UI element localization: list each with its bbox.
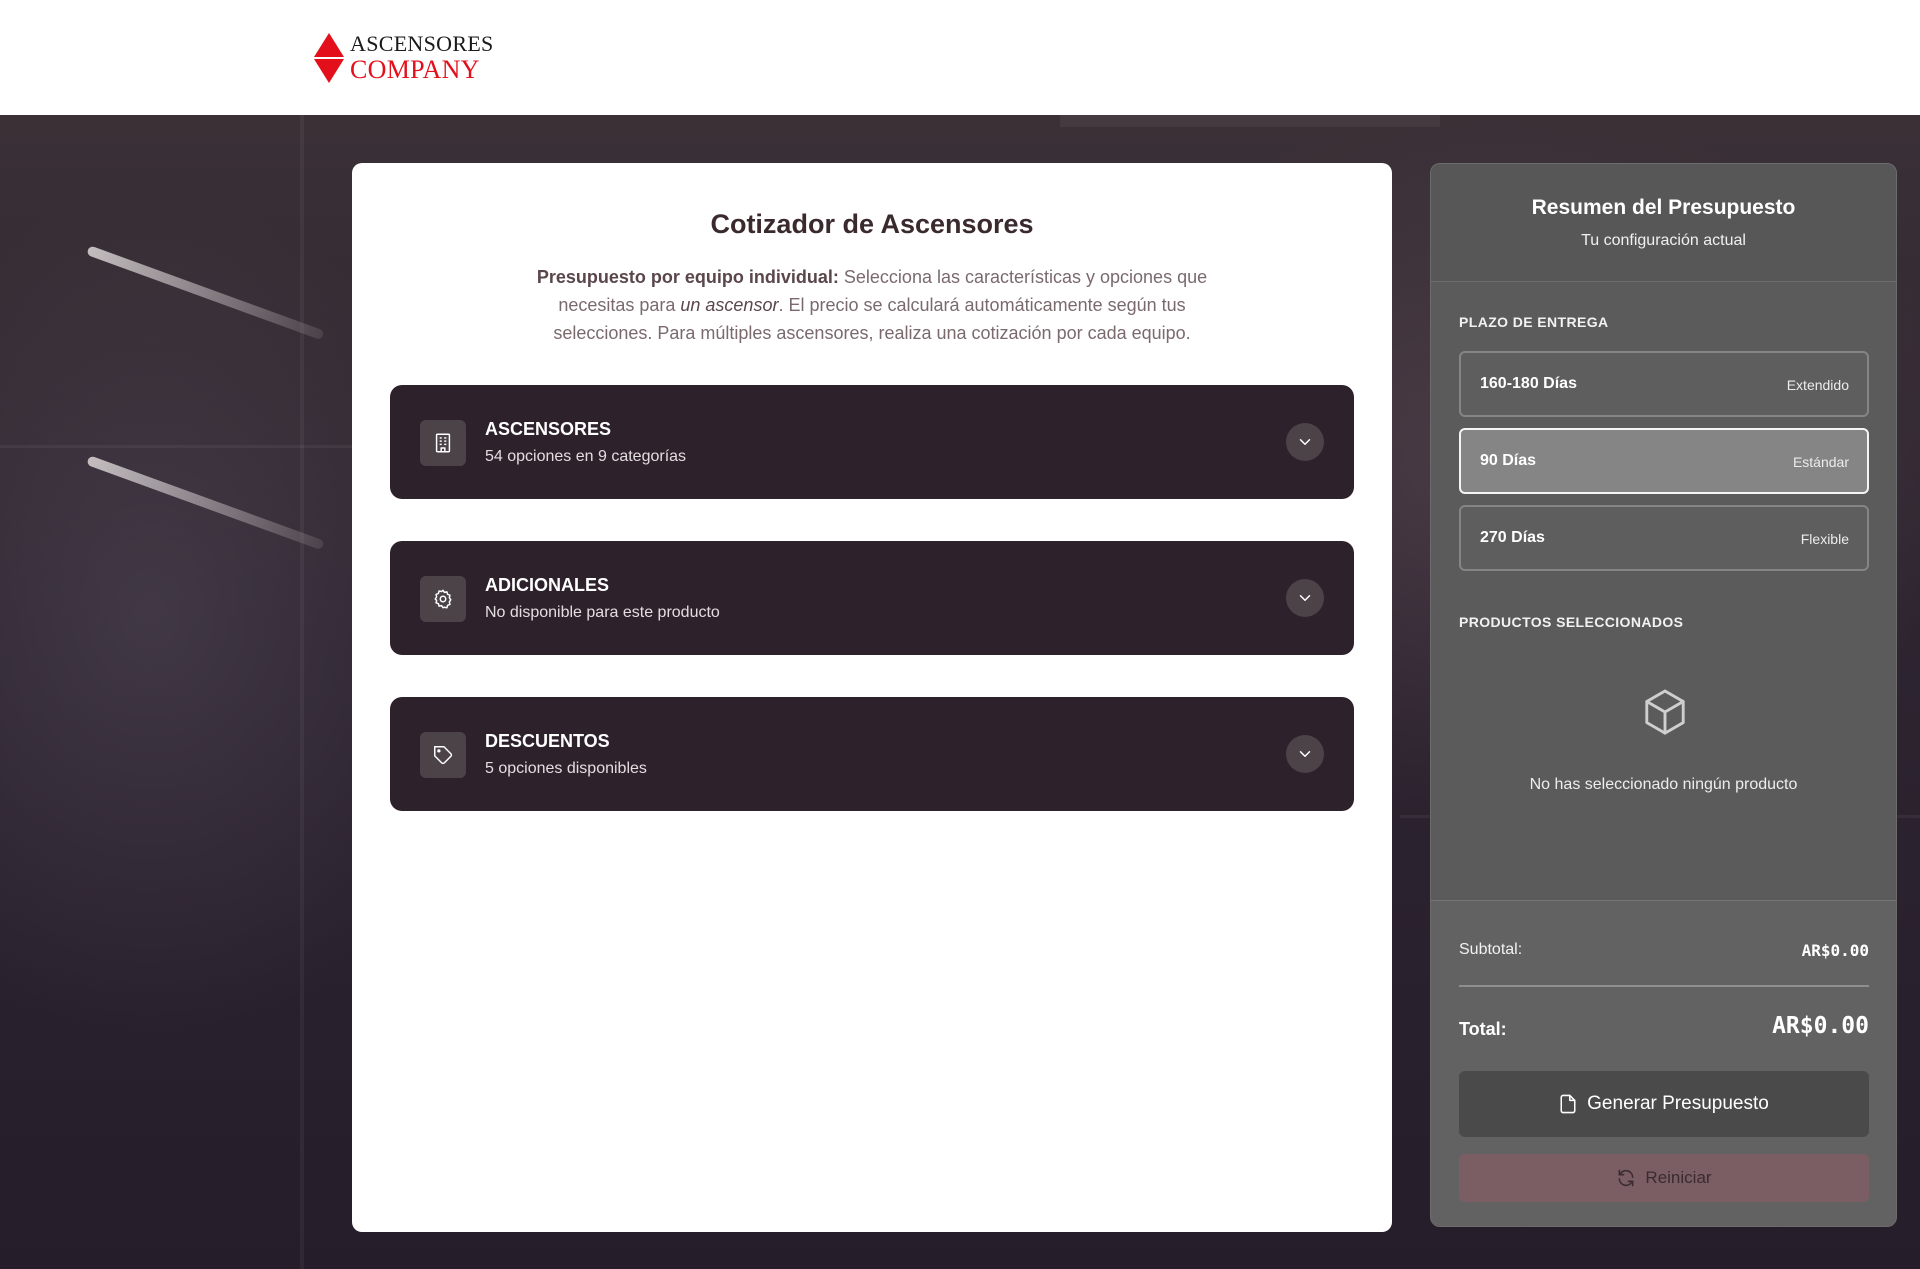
products-label: PRODUCTOS SELECCIONADOS (1459, 614, 1684, 630)
reset-button[interactable]: Reiniciar (1459, 1154, 1869, 1202)
chevron-down-icon[interactable] (1286, 579, 1324, 617)
section-subtitle: No disponible para este producto (485, 604, 720, 621)
section-name: ADICIONALES (485, 575, 610, 595)
delivery-option-name: 270 Días (1480, 529, 1545, 546)
logo-line-2: COMPANY (350, 55, 480, 84)
intro-italic: un ascensor (680, 295, 779, 315)
gear-icon (420, 576, 466, 622)
budget-summary-panel: Resumen del Presupuesto Tu configuración… (1430, 163, 1897, 1227)
building-icon (420, 420, 466, 466)
subtotal-value: AR$0.00 (1801, 941, 1869, 960)
generate-budget-button[interactable]: Generar Presupuesto (1459, 1071, 1869, 1137)
document-icon (1560, 1094, 1576, 1114)
refresh-icon (1618, 1169, 1634, 1187)
total-row: Total: AR$0.00 (1459, 1013, 1869, 1043)
empty-products-text: No has seleccionado ningún producto (1529, 776, 1798, 793)
top-header: ASCENSORES COMPANY (0, 0, 1920, 115)
section-ascensores[interactable]: ASCENSORES 54 opciones en 9 categorías (390, 385, 1354, 499)
delivery-option-extended[interactable]: 160-180 Días Extendido (1459, 351, 1869, 417)
summary-header: Resumen del Presupuesto Tu configuración… (1431, 164, 1896, 282)
delivery-option-tag: Estándar (1792, 454, 1849, 470)
summary-title: Resumen del Presupuesto (1531, 196, 1796, 219)
delivery-option-tag: Flexible (1800, 531, 1849, 547)
intro-text: Presupuesto por equipo individual: Selec… (517, 263, 1227, 347)
section-adicionales[interactable]: ADICIONALES No disponible para este prod… (390, 541, 1354, 655)
chevron-down-icon[interactable] (1286, 423, 1324, 461)
delivery-option-name: 90 Días (1480, 452, 1537, 469)
summary-subtitle: Tu configuración actual (1581, 232, 1746, 249)
quoter-card: Cotizador de Ascensores Presupuesto por … (352, 163, 1392, 1232)
page-title: Cotizador de Ascensores (710, 209, 1034, 239)
tag-icon (420, 732, 466, 778)
chevron-down-icon[interactable] (1286, 735, 1324, 773)
divider (1459, 985, 1869, 987)
delivery-label: PLAZO DE ENTREGA (1459, 314, 1609, 330)
subtotal-label: Subtotal: (1459, 941, 1523, 958)
generate-budget-label: Generar Presupuesto (1587, 1093, 1769, 1114)
delivery-option-flexible[interactable]: 270 Días Flexible (1459, 505, 1869, 571)
total-label: Total: (1459, 1019, 1507, 1039)
section-descuentos[interactable]: DESCUENTOS 5 opciones disponibles (390, 697, 1354, 811)
company-logo[interactable]: ASCENSORES COMPANY (314, 33, 494, 83)
total-value: AR$0.00 (1772, 1013, 1869, 1039)
subtotal-row: Subtotal: AR$0.00 (1459, 941, 1869, 961)
intro-bold: Presupuesto por equipo individual: (536, 267, 839, 287)
delivery-option-tag: Extendido (1786, 377, 1849, 393)
diamond-logo-icon (314, 33, 344, 83)
delivery-option-name: 160-180 Días (1480, 375, 1577, 392)
box-icon (1642, 688, 1688, 743)
section-name: ASCENSORES (485, 419, 612, 439)
section-subtitle: 5 opciones disponibles (485, 760, 647, 777)
reset-label: Reiniciar (1645, 1168, 1712, 1187)
summary-footer: Subtotal: AR$0.00 Total: AR$0.00 Generar… (1431, 900, 1896, 1226)
delivery-option-standard[interactable]: 90 Días Estándar (1459, 428, 1869, 494)
logo-line-1: ASCENSORES (350, 31, 494, 56)
section-name: DESCUENTOS (485, 731, 610, 751)
section-subtitle: 54 opciones en 9 categorías (485, 448, 687, 465)
